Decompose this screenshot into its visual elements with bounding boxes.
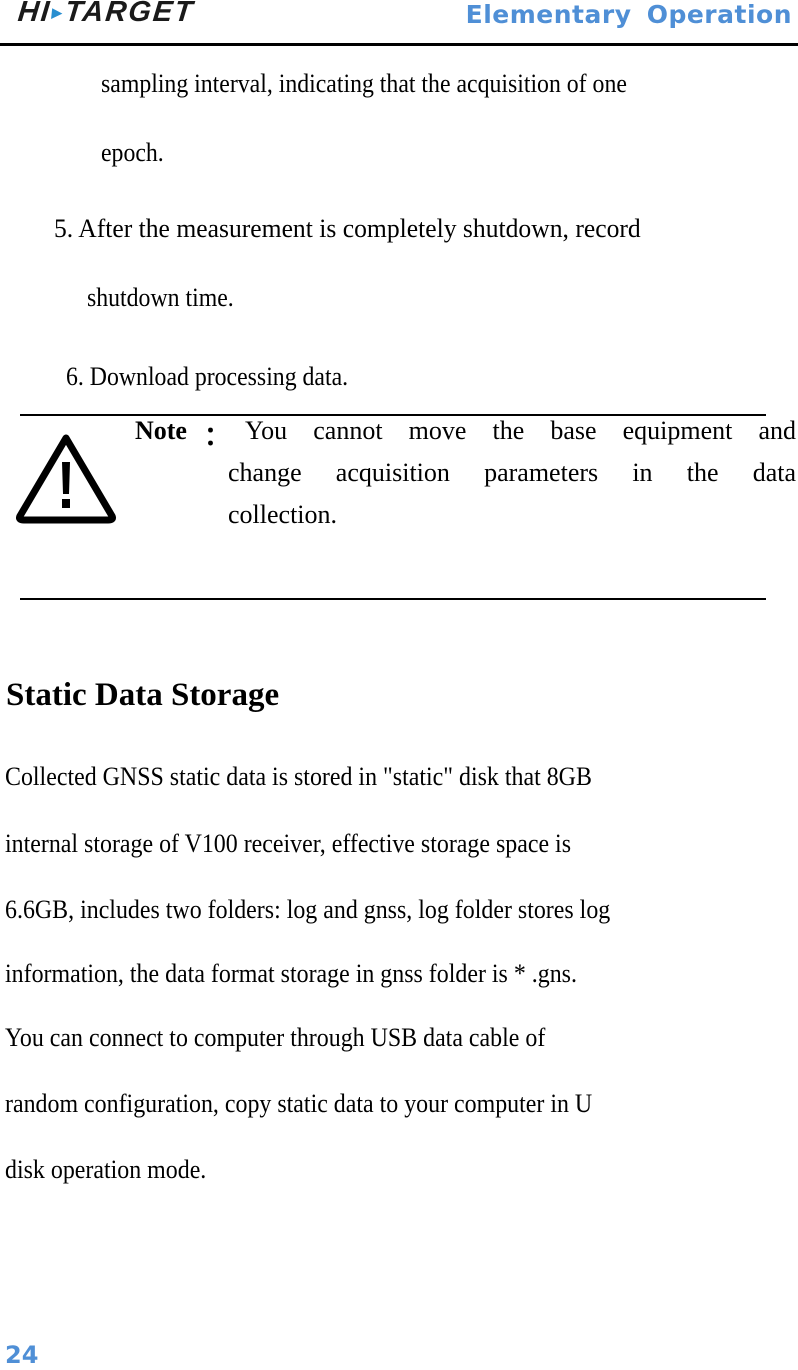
- continuation-line: epoch.: [101, 138, 164, 167]
- paragraph-line: You can connect to computer through USB …: [5, 1023, 546, 1052]
- step-5-line: 5. After the measurement is completely s…: [54, 214, 641, 243]
- step-5-continuation: shutdown time.: [87, 283, 234, 312]
- note-text-line: change acquisition parameters in the dat…: [228, 458, 796, 487]
- logo-text-left: HI: [16, 0, 53, 28]
- paragraph-line: internal storage of V100 receiver, effec…: [5, 829, 572, 858]
- warning-icon: [16, 434, 116, 524]
- header-divider: [0, 43, 798, 46]
- paragraph-line: random configuration, copy static data t…: [5, 1089, 593, 1118]
- note-label: Note: [135, 416, 187, 445]
- paragraph-line: Collected GNSS static data is stored in …: [5, 762, 592, 791]
- logo-triangle-icon: ▶: [51, 4, 65, 20]
- note-bottom-rule: [20, 598, 766, 600]
- note-text-line: You cannot move the base equipment and: [245, 416, 796, 445]
- continuation-line: sampling interval, indicating that the a…: [101, 69, 627, 98]
- page-header: HI ▶ TARGET Elementary Operation: [0, 0, 798, 46]
- note-text-line: collection.: [228, 500, 338, 529]
- paragraph-line: disk operation mode.: [5, 1155, 207, 1184]
- section-heading: Static Data Storage: [6, 677, 280, 713]
- hi-target-logo: HI ▶ TARGET: [16, 0, 196, 29]
- logo-text-right: TARGET: [63, 0, 196, 28]
- page-number: 24: [5, 1341, 39, 1369]
- note-colon: ：: [204, 422, 231, 451]
- section-title: Elementary Operation: [465, 0, 792, 29]
- step-6-line: 6. Download processing data.: [66, 362, 349, 391]
- paragraph-line: 6.6GB, includes two folders: log and gns…: [5, 895, 611, 924]
- paragraph-line: information, the data format storage in …: [5, 959, 577, 988]
